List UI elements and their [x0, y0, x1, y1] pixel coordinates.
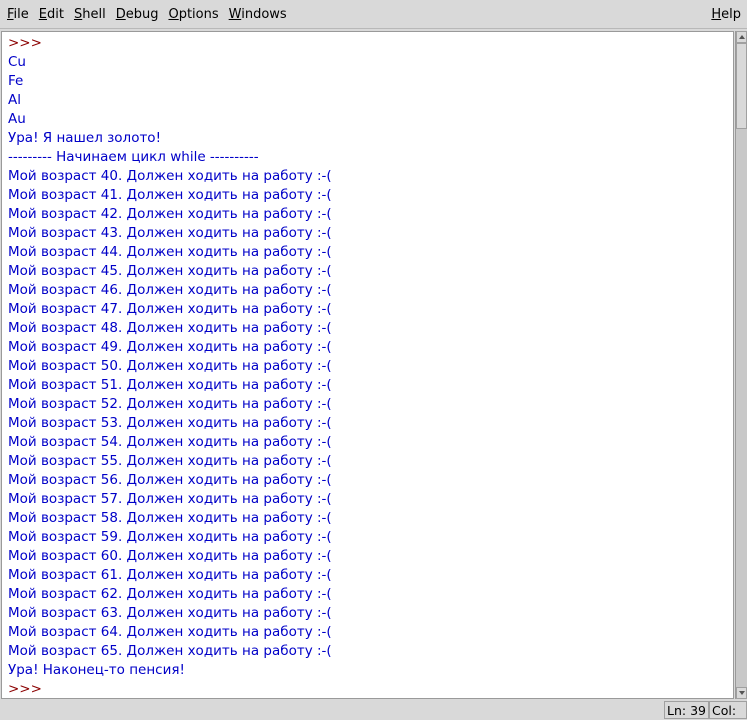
shell-output-line: Мой возраст 51. Должен ходить на работу …: [8, 377, 332, 393]
shell-output-line: Мой возраст 47. Должен ходить на работу …: [8, 301, 332, 317]
shell-output-line: Мой возраст 46. Должен ходить на работу …: [8, 282, 332, 298]
vertical-scrollbar[interactable]: [735, 31, 747, 699]
menu-edit-mnemonic: E: [38, 7, 47, 22]
menu-file-label-rest: ile: [13, 7, 29, 22]
shell-output-line: Au: [8, 111, 26, 127]
shell-output-line: Ура! Наконец-то пенсия!: [8, 662, 185, 678]
shell-output-line: Мой возраст 61. Должен ходить на работу …: [8, 567, 332, 583]
shell-output-line: Мой возраст 60. Должен ходить на работу …: [8, 548, 332, 564]
shell-prompt: >>>: [8, 681, 42, 697]
shell-output-line: Мой возраст 48. Должен ходить на работу …: [8, 320, 332, 336]
shell-output-line: Мой возраст 56. Должен ходить на работу …: [8, 472, 332, 488]
menu-shell[interactable]: Shell: [69, 0, 111, 29]
shell-text-area[interactable]: >>> Cu Fe Al Au Ура! Я нашел золото! ---------…: [1, 31, 734, 699]
shell-output-line: Al: [8, 92, 21, 108]
shell-output-line: Мой возраст 62. Должен ходить на работу …: [8, 586, 332, 602]
menu-windows-label-rest: indows: [241, 7, 287, 22]
menu-debug[interactable]: Debug: [111, 0, 164, 29]
shell-output-line: Мой возраст 54. Должен ходить на работу …: [8, 434, 332, 450]
column-number-status: Col: 4: [709, 701, 747, 719]
menu-edit[interactable]: Edit: [34, 0, 69, 29]
status-bar: Ln: 39 Col: 4: [0, 700, 747, 720]
menu-shell-label-rest: hell: [82, 7, 106, 22]
idle-shell-window: File Edit Shell Debug Options Windows Help >>…: [0, 0, 747, 720]
menu-help-rest: elp: [721, 7, 741, 22]
shell-output-line: Мой возраст 63. Должен ходить на работу …: [8, 605, 332, 621]
shell-output: >>> Cu Fe Al Au Ура! Я нашел золото! ---------…: [8, 34, 332, 698]
scroll-up-arrow-icon[interactable]: [736, 31, 747, 43]
menu-options-mnemonic: O: [168, 7, 179, 22]
shell-output-line: Fe: [8, 73, 24, 89]
shell-output-line: Мой возраст 49. Должен ходить на работу …: [8, 339, 332, 355]
shell-output-line: Мой возраст 45. Должен ходить на работу …: [8, 263, 332, 279]
shell-output-line: Мой возраст 52. Должен ходить на работу …: [8, 396, 332, 412]
line-number-status: Ln: 39: [664, 701, 709, 719]
shell-output-line: Мой возраст 55. Должен ходить на работу …: [8, 453, 332, 469]
menu-windows[interactable]: Windows: [224, 0, 292, 29]
menu-edit-label-rest: dit: [47, 7, 64, 22]
menu-bar: File Edit Shell Debug Options Windows Help: [0, 0, 747, 29]
shell-output-line: Мой возраст 42. Должен ходить на работу …: [8, 206, 332, 222]
menu-options-label-rest: ptions: [178, 7, 219, 22]
shell-output-line: Ура! Я нашел золото!: [8, 130, 161, 146]
menu-debug-label-rest: ebug: [125, 7, 159, 22]
shell-output-line: Мой возраст 43. Должен ходить на работу …: [8, 225, 332, 241]
shell-prompt: >>>: [8, 35, 42, 51]
scroll-thumb[interactable]: [736, 43, 747, 129]
menu-help[interactable]: Help: [711, 0, 741, 29]
shell-output-line: Мой возраст 41. Должен ходить на работу …: [8, 187, 332, 203]
shell-output-line: Мой возраст 58. Должен ходить на работу …: [8, 510, 332, 526]
shell-output-line: Мой возраст 53. Должен ходить на работу …: [8, 415, 332, 431]
menu-shell-mnemonic: S: [73, 7, 83, 22]
shell-output-line: Мой возраст 65. Должен ходить на работу …: [8, 643, 332, 659]
shell-output-line: --------- Начинаем цикл while ----------: [8, 149, 259, 165]
shell-output-line: Мой возраст 50. Должен ходить на работу …: [8, 358, 332, 374]
shell-output-line: Мой возраст 59. Должен ходить на работу …: [8, 529, 332, 545]
shell-output-line: Cu: [8, 54, 26, 70]
menu-debug-mnemonic: D: [115, 7, 126, 22]
shell-output-line: Мой возраст 57. Должен ходить на работу …: [8, 491, 332, 507]
menu-file[interactable]: File: [2, 0, 34, 29]
menu-options[interactable]: Options: [163, 0, 223, 29]
menu-help-mnemonic: H: [711, 7, 722, 22]
shell-output-line: Мой возраст 40. Должен ходить на работу …: [8, 168, 332, 184]
shell-output-line: Мой возраст 64. Должен ходить на работу …: [8, 624, 332, 640]
scroll-down-arrow-icon[interactable]: [736, 687, 747, 699]
menu-left-group: File Edit Shell Debug Options Windows: [2, 0, 292, 29]
shell-output-line: Мой возраст 44. Должен ходить на работу …: [8, 244, 332, 260]
menu-windows-mnemonic: W: [228, 7, 242, 22]
